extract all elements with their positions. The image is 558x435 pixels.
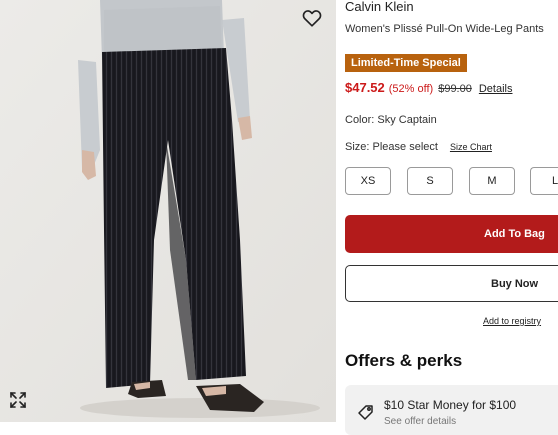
offers-heading: Offers & perks xyxy=(345,351,463,370)
wishlist-button[interactable] xyxy=(301,7,323,29)
buy-now-button[interactable]: Buy Now xyxy=(345,265,558,302)
product-info: Calvin Klein Women's Plissé Pull-On Wide… xyxy=(345,0,558,435)
size-option-m[interactable]: M xyxy=(469,167,515,195)
sale-price: $47.52 xyxy=(345,80,385,95)
brand-name[interactable]: Calvin Klein xyxy=(345,0,414,14)
tag-icon xyxy=(358,405,373,420)
product-image[interactable] xyxy=(0,0,336,422)
size-option-l[interactable]: L xyxy=(530,167,558,195)
price-row: $47.52 (52% off) $99.00 Details xyxy=(345,80,512,96)
selected-color: Color: Sky Captain xyxy=(345,114,437,126)
size-row: Size: Please select Size Chart xyxy=(345,141,492,153)
discount-percent: (52% off) xyxy=(388,83,434,95)
size-label: Size: Please select xyxy=(345,141,438,153)
size-chart-link[interactable]: Size Chart xyxy=(450,142,492,152)
expand-image-button[interactable] xyxy=(9,391,27,409)
size-option-s[interactable]: S xyxy=(407,167,453,195)
add-to-bag-button[interactable]: Add To Bag xyxy=(345,215,558,253)
heart-icon xyxy=(302,10,322,27)
offer-card[interactable]: $10 Star Money for $100 See offer detail… xyxy=(345,385,558,435)
expand-icon xyxy=(10,392,26,408)
original-price: $99.00 xyxy=(438,83,472,95)
promo-badge: Limited-Time Special xyxy=(345,54,467,72)
product-photo xyxy=(0,0,336,422)
offer-title: $10 Star Money for $100 xyxy=(384,398,517,412)
size-option-xs[interactable]: XS xyxy=(345,167,391,195)
add-to-registry-link[interactable]: Add to registry xyxy=(483,316,541,326)
product-title: Women's Plissé Pull-On Wide-Leg Pants xyxy=(345,23,544,35)
price-details-link[interactable]: Details xyxy=(479,83,513,95)
